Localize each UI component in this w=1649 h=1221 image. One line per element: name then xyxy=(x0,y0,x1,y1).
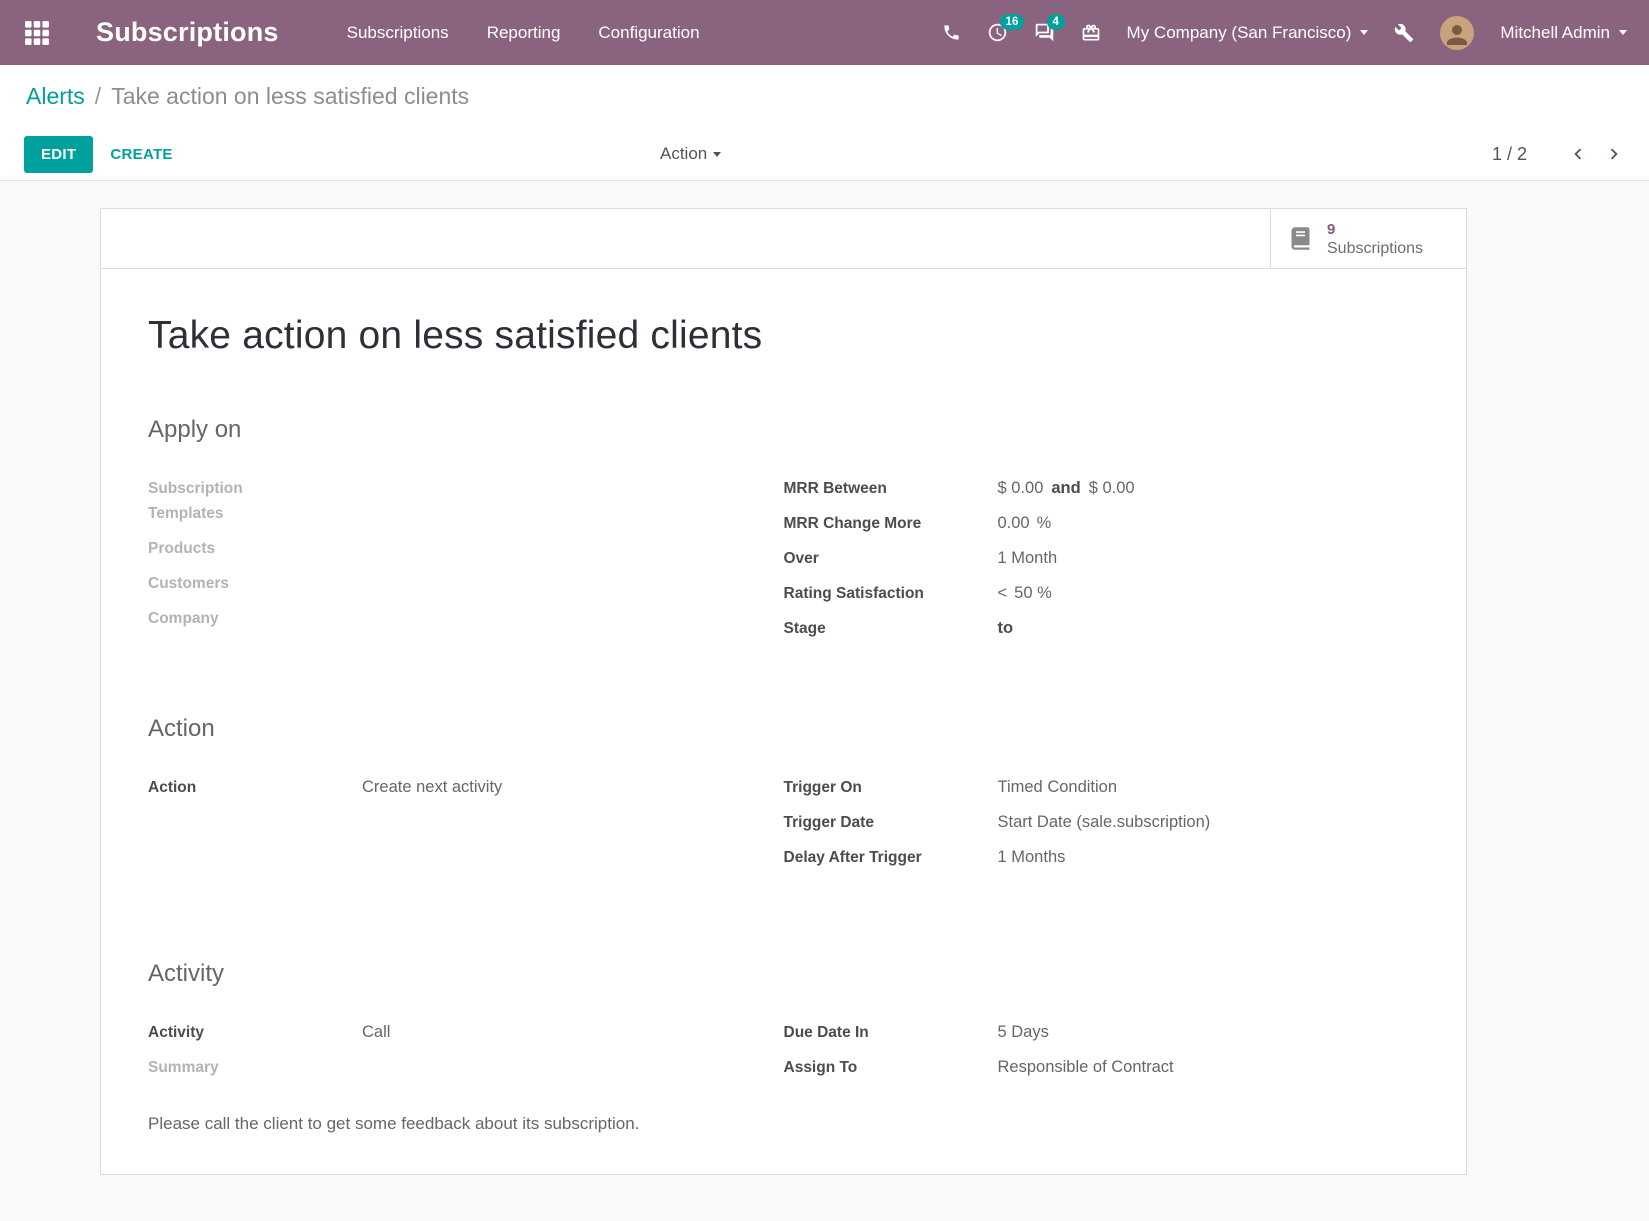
field-summary[interactable]: Summary xyxy=(148,1055,784,1080)
stat-count: 9 xyxy=(1327,220,1423,239)
field-company[interactable]: Company xyxy=(148,606,784,631)
field-trigger-on: Trigger On Timed Condition xyxy=(784,775,1420,800)
section-heading-activity: Activity xyxy=(148,960,1419,988)
action-fields: Action Create next activity Trigger On T… xyxy=(148,775,1419,880)
tools-icon[interactable] xyxy=(1394,23,1414,43)
menu-subscriptions[interactable]: Subscriptions xyxy=(347,23,449,43)
book-icon xyxy=(1287,225,1314,252)
breadcrumb-parent-link[interactable]: Alerts xyxy=(26,83,85,110)
field-mrr-change-more: MRR Change More 0.00% xyxy=(784,511,1420,536)
main-menu: Subscriptions Reporting Configuration xyxy=(347,23,700,43)
stat-label: Subscriptions xyxy=(1327,239,1423,258)
pager-count: 1 / 2 xyxy=(1492,144,1527,165)
breadcrumb-current: Take action on less satisfied clients xyxy=(111,83,469,110)
button-box: 9 Subscriptions xyxy=(101,209,1466,269)
user-menu[interactable]: Mitchell Admin xyxy=(1500,23,1627,43)
messages-count-badge: 4 xyxy=(1047,14,1065,30)
field-assign-to: Assign To Responsible of Contract xyxy=(784,1055,1420,1080)
field-customers[interactable]: Customers xyxy=(148,571,784,596)
subscriptions-stat-button[interactable]: 9 Subscriptions xyxy=(1270,209,1466,268)
field-stage: Stage to xyxy=(784,616,1420,641)
field-activity: Activity Call xyxy=(148,1020,784,1045)
breadcrumb-separator: / xyxy=(95,83,101,110)
activities-count-badge: 16 xyxy=(1000,14,1025,30)
record-title: Take action on less satisfied clients xyxy=(148,314,1419,358)
app-title[interactable]: Subscriptions xyxy=(96,17,279,48)
activity-note: Please call the client to get some feedb… xyxy=(148,1114,1419,1134)
section-heading-action: Action xyxy=(148,715,1419,743)
field-due-date-in: Due Date In 5 Days xyxy=(784,1020,1420,1045)
user-avatar[interactable] xyxy=(1440,16,1474,50)
menu-configuration[interactable]: Configuration xyxy=(598,23,699,43)
field-over: Over 1 Month xyxy=(784,546,1420,571)
pager-next-icon[interactable] xyxy=(1603,143,1625,165)
phone-icon[interactable] xyxy=(942,23,961,42)
breadcrumb: Alerts / Take action on less satisfied c… xyxy=(0,65,1649,128)
apply-on-fields: Subscription Templates Products Customer… xyxy=(148,476,1419,651)
activity-fields: Activity Call Summary Due Date In 5 Days… xyxy=(148,1020,1419,1090)
field-products[interactable]: Products xyxy=(148,536,784,561)
apps-grid-icon[interactable] xyxy=(24,18,54,48)
messages-icon[interactable]: 4 xyxy=(1034,22,1055,43)
edit-button[interactable]: EDIT xyxy=(24,136,93,173)
pager-previous-icon[interactable] xyxy=(1567,143,1589,165)
field-rating-satisfaction: Rating Satisfaction <50 % xyxy=(784,581,1420,606)
top-navbar: Subscriptions Subscriptions Reporting Co… xyxy=(0,0,1649,65)
form-sheet: 9 Subscriptions Take action on less sati… xyxy=(100,208,1467,1175)
section-heading-apply-on: Apply on xyxy=(148,416,1419,444)
control-panel: EDIT CREATE Action 1 / 2 xyxy=(0,128,1649,181)
field-trigger-date: Trigger Date Start Date (sale.subscripti… xyxy=(784,810,1420,835)
menu-reporting[interactable]: Reporting xyxy=(487,23,561,43)
navbar-right: 16 4 My Company (San Francisco) Mitchell… xyxy=(942,16,1627,50)
company-switcher[interactable]: My Company (San Francisco) xyxy=(1127,23,1369,43)
content-area: 9 Subscriptions Take action on less sati… xyxy=(0,181,1649,1221)
field-delay-after-trigger: Delay After Trigger 1 Months xyxy=(784,845,1420,870)
activities-clock-icon[interactable]: 16 xyxy=(987,22,1008,43)
pager: 1 / 2 xyxy=(1492,143,1625,165)
field-action: Action Create next activity xyxy=(148,775,784,800)
field-subscription-templates[interactable]: Subscription Templates xyxy=(148,476,784,526)
create-button[interactable]: CREATE xyxy=(110,146,172,163)
sheet-body: Take action on less satisfied clients Ap… xyxy=(101,269,1466,1174)
gift-icon[interactable] xyxy=(1081,23,1101,43)
action-dropdown[interactable]: Action xyxy=(660,144,721,164)
field-mrr-between: MRR Between $ 0.00and$ 0.00 xyxy=(784,476,1420,501)
